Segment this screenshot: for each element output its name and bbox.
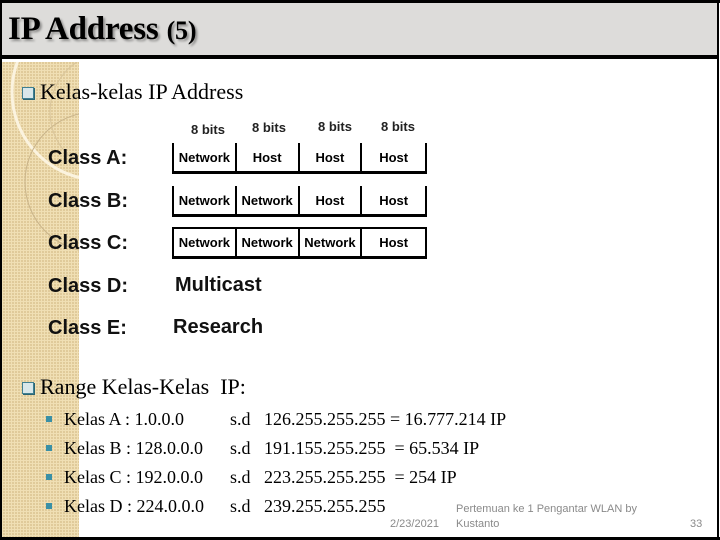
frame-top-border [0, 0, 720, 3]
square-bullet-icon [22, 382, 34, 394]
small-square-bullet-icon [46, 503, 52, 509]
slide-header: IP Address (5) [2, 3, 717, 59]
class-c-diagram: Network Network Network Host [172, 227, 427, 259]
footer-course: Pertemuan ke 1 Pengantar WLAN by Kustant… [456, 502, 637, 532]
footer-course-line1: Pertemuan ke 1 Pengantar WLAN by [456, 503, 637, 515]
class-e-label: Class E: [48, 317, 127, 339]
class-d-label: Class D: [48, 275, 129, 297]
octet-cell: Host [300, 143, 363, 171]
class-b-diagram: Network Network Host Host [172, 186, 427, 217]
range-start: Kelas A : 1.0.0.0 [64, 409, 184, 429]
class-d-value: Multicast [175, 274, 262, 296]
range-sep: s.d [230, 467, 251, 487]
slide-title-number: (5) [166, 16, 197, 45]
range-end: 223.255.255.255 = 254 IP [264, 467, 457, 487]
octet-cell: Network [300, 229, 363, 256]
slide-title-text: IP Address [8, 11, 159, 47]
class-a-label: Class A: [48, 147, 128, 169]
range-end: 126.255.255.255 = 16.777.214 IP [264, 409, 507, 429]
octet-cell: Network [174, 229, 237, 256]
footer-course-line2: Kustanto [456, 518, 500, 530]
octet-cell: Network [237, 186, 300, 214]
octet-cell: Host [379, 149, 409, 165]
bullet-kelas-kelas: Kelas-kelas IP Address [22, 80, 243, 104]
range-item: Kelas A : 1.0.0.0 s.d 126.255.255.255 = … [46, 409, 506, 429]
slide-number: 33 [690, 518, 703, 530]
range-start: Kelas C : 192.0.0.0 [64, 467, 203, 487]
frame-left-border [0, 0, 2, 540]
octet-cell: Network [237, 229, 300, 256]
bits-label: 8 bits [318, 119, 352, 134]
octet-cell: Network [174, 186, 237, 214]
class-a-diagram: Network Host Host Host [172, 143, 427, 174]
range-sep: s.d [230, 438, 251, 458]
class-c-label: Class C: [48, 232, 129, 254]
bits-label: 8 bits [381, 119, 415, 134]
octet-cell: Network [174, 143, 237, 171]
slide: IP Address (5) Kelas-kelas IP Address 8 … [0, 0, 720, 540]
square-bullet-icon [22, 87, 34, 99]
class-b-label: Class B: [48, 190, 129, 212]
range-item: Kelas D : 224.0.0.0 s.d 239.255.255.255 [46, 496, 386, 516]
small-square-bullet-icon [46, 445, 52, 451]
octet-cell: Host [379, 235, 409, 250]
small-square-bullet-icon [46, 416, 52, 422]
range-start: Kelas B : 128.0.0.0 [64, 438, 203, 458]
octet-cell: Host [237, 143, 300, 171]
range-start: Kelas D : 224.0.0.0 [64, 496, 204, 516]
frame-right-border [717, 0, 719, 540]
bullet-range: Range Kelas-Kelas IP: [22, 375, 246, 399]
bits-label: 8 bits [252, 120, 286, 135]
range-sep: s.d [230, 409, 251, 429]
range-item: Kelas C : 192.0.0.0 s.d 223.255.255.255 … [46, 467, 457, 487]
footer-date: 2/23/2021 [390, 518, 439, 530]
slide-title: IP Address (5) [8, 11, 197, 48]
section1-heading: Kelas-kelas IP Address [40, 79, 244, 104]
octet-cell: Host [379, 192, 409, 208]
octet-cell: Host [300, 186, 363, 214]
small-square-bullet-icon [46, 474, 52, 480]
range-sep: s.d [230, 496, 251, 516]
range-item: Kelas B : 128.0.0.0 s.d 191.155.255.255 … [46, 438, 479, 458]
range-end: 239.255.255.255 [264, 496, 386, 516]
range-end: 191.155.255.255 = 65.534 IP [264, 438, 480, 458]
section2-heading: Range Kelas-Kelas IP: [40, 374, 246, 399]
class-e-value: Research [173, 316, 264, 338]
bits-label: 8 bits [191, 122, 225, 137]
